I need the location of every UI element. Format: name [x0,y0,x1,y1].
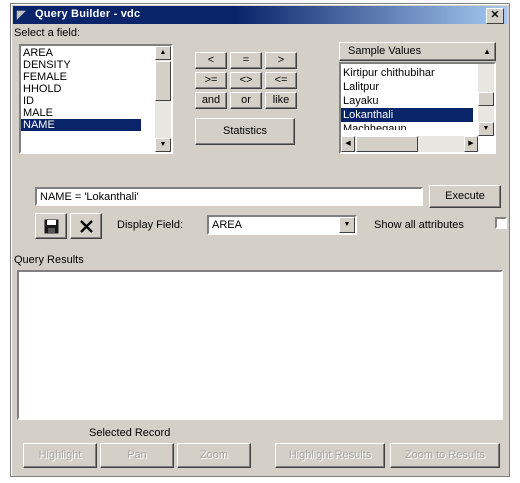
operator-lte-button[interactable]: <= [265,72,297,89]
field-item[interactable]: AREA [21,47,141,59]
save-button[interactable] [35,213,67,239]
scroll-down-icon[interactable]: ▼ [478,122,494,136]
field-item[interactable]: HHOLD [21,83,141,95]
close-button[interactable]: ✕ [486,8,504,24]
show-all-attributes-label: Show all attributes [374,219,464,231]
sample-values-list[interactable]: Kirtipur chithubihar Lalitpur Layaku Lok… [339,62,496,154]
operator-like-button[interactable]: like [265,92,297,109]
query-results-label: Query Results [14,254,84,266]
sample-item[interactable]: Machhegaun [341,122,473,130]
select-field-label: Select a field: [14,27,81,39]
scroll-thumb[interactable] [356,136,418,152]
query-results-list[interactable] [17,270,503,420]
sample-item[interactable]: Kirtipur chithubihar [341,66,473,80]
sample-hscrollbar[interactable]: ◀ ▶ [341,136,478,152]
operator-or-button[interactable]: or [230,92,262,109]
scroll-up-icon[interactable]: ▲ [155,46,171,60]
sample-item[interactable]: Layaku [341,94,473,108]
sample-item[interactable]: Lalitpur [341,80,473,94]
field-list[interactable]: AREA DENSITY FEMALE HHOLD ID MALE NAME ▲… [19,44,173,154]
query-input-box[interactable] [35,187,423,206]
operator-neq-button[interactable]: <> [230,72,262,89]
field-item-selected[interactable]: NAME [21,119,141,131]
field-list-scrollbar[interactable]: ▲ ▼ [155,46,171,152]
highlight-results-button[interactable]: Highlight Results [275,443,385,468]
sample-values-button[interactable]: Sample Values ▲ [339,42,496,61]
field-item[interactable]: MALE [21,107,141,119]
display-field-label: Display Field: [117,219,184,231]
scroll-down-icon[interactable]: ▼ [155,138,171,152]
display-field-value: AREA [212,219,242,231]
query-builder-window: ◤ Query Builder - vdc ✕ Select a field: … [10,3,510,477]
title-bar[interactable]: ◤ Query Builder - vdc ✕ [13,6,507,24]
operator-eq-button[interactable]: = [230,52,262,69]
operator-and-button[interactable]: and [195,92,227,109]
scroll-thumb[interactable] [155,61,171,101]
highlight-button[interactable]: Highlight [23,443,97,468]
chevron-down-icon[interactable]: ▼ [339,217,355,233]
sample-vscrollbar[interactable]: ▼ [478,64,494,136]
field-item[interactable]: DENSITY [21,59,141,71]
operator-gte-button[interactable]: >= [195,72,227,89]
zoom-button[interactable]: Zoom [177,443,251,468]
display-field-select[interactable]: AREA ▼ [207,215,357,235]
sample-values-header: Sample Values [348,45,422,57]
field-item[interactable]: FEMALE [21,71,141,83]
query-input[interactable] [37,189,421,204]
chevron-up-icon: ▲ [483,47,491,56]
operator-gt-button[interactable]: > [265,52,297,69]
pan-button[interactable]: Pan [100,443,174,468]
app-icon: ◤ [17,9,26,21]
show-all-attributes-checkbox[interactable] [495,217,507,229]
x-icon [80,220,93,233]
zoom-to-results-button[interactable]: Zoom to Results [390,443,500,468]
statistics-button[interactable]: Statistics [195,118,295,145]
operator-lt-button[interactable]: < [195,52,227,69]
scroll-left-icon[interactable]: ◀ [341,136,355,152]
sample-item-selected[interactable]: Lokanthali [341,108,473,122]
clear-button[interactable] [70,213,102,239]
field-item[interactable]: ID [21,95,141,107]
execute-button[interactable]: Execute [429,185,501,208]
scroll-thumb[interactable] [478,92,494,106]
window-title: Query Builder - vdc [35,8,141,20]
floppy-disk-icon [44,219,59,234]
selected-record-label: Selected Record [89,427,171,439]
scroll-right-icon[interactable]: ▶ [464,136,478,152]
